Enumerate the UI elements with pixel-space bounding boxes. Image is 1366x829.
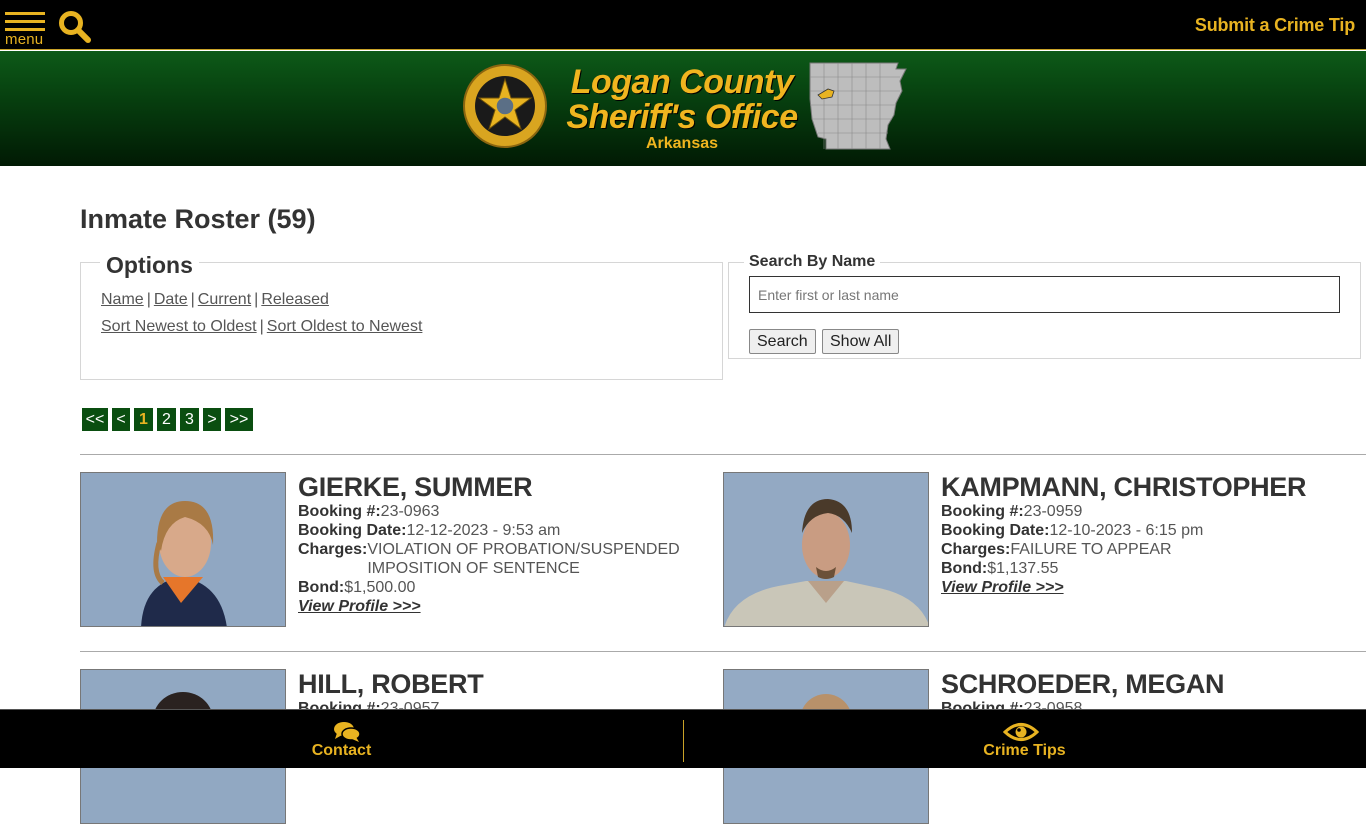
inmate-card: KAMPMANN, CHRISTOPHER Booking #:23-0959 … <box>723 472 1343 632</box>
sort-newest-to-oldest-link[interactable]: Sort Newest to Oldest <box>101 318 257 335</box>
search-name-input[interactable] <box>749 276 1340 313</box>
menu-label: menu <box>5 31 44 48</box>
sort-by-name-link[interactable]: Name <box>101 291 144 308</box>
booking-number-value: 23-0963 <box>380 503 440 520</box>
submit-crime-tip-link[interactable]: Submit a Crime Tip <box>1195 15 1355 36</box>
view-profile-link[interactable]: View Profile >>> <box>941 579 1064 596</box>
booking-date-label: Booking Date: <box>298 522 407 539</box>
eye-icon <box>1003 723 1039 741</box>
bond-value: $1,500.00 <box>344 579 416 596</box>
sort-by-date-link[interactable]: Date <box>154 291 188 308</box>
search-icon[interactable] <box>58 10 92 44</box>
page-title: Inmate Roster (59) <box>80 204 316 234</box>
separator: | <box>259 318 264 335</box>
charges-label: Charges: <box>298 541 368 558</box>
charges-line-1: VIOLATION OF PROBATION/SUSPENDED <box>367 541 680 558</box>
bond-value: $1,137.55 <box>987 560 1059 577</box>
menu-button[interactable]: menu <box>4 9 46 48</box>
bond: Bond:$1,137.55 <box>941 559 1341 578</box>
inmate-name: HILL, ROBERT <box>298 669 484 699</box>
hamburger-icon <box>5 12 45 15</box>
divider <box>80 454 1366 455</box>
sort-oldest-to-newest-link[interactable]: Sort Oldest to Newest <box>267 318 423 335</box>
inmate-info: KAMPMANN, CHRISTOPHER Booking #:23-0959 … <box>941 472 1341 597</box>
charges-value: VIOLATION OF PROBATION/SUSPENDED IMPOSITI… <box>367 540 679 578</box>
search-legend: Search By Name <box>744 253 881 271</box>
inmate-name: KAMPMANN, CHRISTOPHER <box>941 472 1307 502</box>
inmate-mugshot[interactable] <box>80 472 286 627</box>
booking-number-label: Booking #: <box>941 503 1024 520</box>
crime-tips-button[interactable]: Crime Tips <box>683 710 1366 769</box>
booking-date-label: Booking Date: <box>941 522 1050 539</box>
booking-number-label: Booking #: <box>298 503 381 520</box>
sheriff-star-badge-icon[interactable] <box>462 63 548 149</box>
booking-date: Booking Date:12-10-2023 - 6:15 pm <box>941 521 1341 540</box>
first-page-button[interactable]: << <box>82 408 108 431</box>
inmate-info: GIERKE, SUMMER Booking #:23-0963 Booking… <box>298 472 698 616</box>
top-navigation-bar: menu Submit a Crime Tip <box>0 0 1366 50</box>
chat-bubbles-icon <box>334 722 361 742</box>
inmate-mugshot[interactable] <box>723 472 929 627</box>
options-legend: Options <box>100 252 199 279</box>
separator: | <box>146 291 151 308</box>
next-page-button[interactable]: > <box>203 408 221 431</box>
bond: Bond:$1,500.00 <box>298 578 698 597</box>
filter-released-link[interactable]: Released <box>261 291 329 308</box>
arkansas-map-icon <box>809 62 907 150</box>
header-banner: Logan County Sheriff's Office Arkansas <box>0 51 1366 166</box>
charges: Charges: VIOLATION OF PROBATION/SUSPENDED… <box>298 540 698 578</box>
page-2-button[interactable]: 2 <box>157 408 176 431</box>
separator: | <box>190 291 195 308</box>
booking-number-value: 23-0959 <box>1023 503 1083 520</box>
bond-label: Bond: <box>941 560 988 577</box>
separator: | <box>254 291 259 308</box>
show-all-button[interactable]: Show All <box>822 329 900 354</box>
booking-number: Booking #:23-0963 <box>298 502 698 521</box>
booking-number: Booking #:23-0959 <box>941 502 1341 521</box>
charges-line-2: IMPOSITION OF SENTENCE <box>367 560 580 577</box>
booking-date: Booking Date:12-12-2023 - 9:53 am <box>298 521 698 540</box>
inmate-card: GIERKE, SUMMER Booking #:23-0963 Booking… <box>80 472 700 632</box>
last-page-button[interactable]: >> <box>225 408 253 431</box>
charges-label: Charges: <box>941 541 1011 558</box>
title-line-2: Sheriff's Office <box>566 98 798 136</box>
contact-button[interactable]: Contact <box>0 710 683 769</box>
charges: Charges: FAILURE TO APPEAR <box>941 540 1341 559</box>
view-profile-link[interactable]: View Profile >>> <box>298 598 421 615</box>
sort-order-options: Sort Newest to Oldest | Sort Oldest to New… <box>101 318 422 336</box>
title-line-1: Logan County <box>570 63 794 101</box>
bond-label: Bond: <box>298 579 345 596</box>
search-button[interactable]: Search <box>749 329 816 354</box>
page-1-button[interactable]: 1 <box>134 408 153 431</box>
agency-title: Logan County Sheriff's Office Arkansas <box>556 65 808 153</box>
booking-date-value: 12-10-2023 - 6:15 pm <box>1049 522 1204 539</box>
divider <box>80 651 1366 652</box>
filter-current-link[interactable]: Current <box>198 291 251 308</box>
charges-value: FAILURE TO APPEAR <box>1010 541 1172 558</box>
bottom-navigation-bar: Contact Crime Tips <box>0 709 1366 768</box>
inmate-name: SCHROEDER, MEGAN <box>941 669 1225 699</box>
booking-date-value: 12-12-2023 - 9:53 am <box>406 522 561 539</box>
contact-label: Contact <box>311 742 372 759</box>
page-3-button[interactable]: 3 <box>180 408 199 431</box>
inmate-name: GIERKE, SUMMER <box>298 472 533 502</box>
hamburger-icon-bar <box>5 20 45 23</box>
prev-page-button[interactable]: < <box>112 408 130 431</box>
state-subtitle: Arkansas <box>645 135 719 152</box>
sort-field-options: Name | Date | Current | Released <box>101 291 329 309</box>
crime-tips-label: Crime Tips <box>983 742 1066 759</box>
